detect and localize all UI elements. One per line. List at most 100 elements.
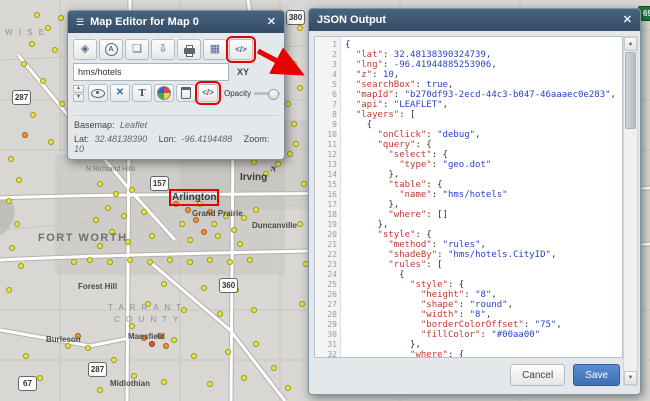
- map-dot[interactable]: [271, 365, 277, 371]
- map-dot[interactable]: [185, 207, 191, 213]
- json-editor[interactable]: 1234567891011121314151617181920212223242…: [314, 36, 623, 358]
- visibility-button[interactable]: [88, 84, 108, 102]
- map-dot[interactable]: [191, 353, 197, 359]
- map-dot[interactable]: [297, 221, 303, 227]
- json-output-titlebar[interactable]: JSON Output ✕: [309, 9, 640, 31]
- map-dot[interactable]: [167, 257, 173, 263]
- map-dot[interactable]: [161, 281, 167, 287]
- map-dot[interactable]: [297, 85, 303, 91]
- map-dot[interactable]: [207, 381, 213, 387]
- map-dot[interactable]: [105, 205, 111, 211]
- map-dot[interactable]: [207, 257, 213, 263]
- map-dot[interactable]: [253, 207, 259, 213]
- print-button[interactable]: [177, 39, 201, 60]
- map-dot[interactable]: [18, 263, 24, 269]
- copy-button[interactable]: ❏: [125, 39, 149, 60]
- map-dot[interactable]: [231, 227, 237, 233]
- map-dot[interactable]: [299, 301, 305, 307]
- close-icon[interactable]: ✕: [623, 15, 632, 26]
- map-dot[interactable]: [285, 101, 291, 107]
- palette-button[interactable]: [154, 84, 174, 102]
- map-dot[interactable]: [237, 241, 243, 247]
- label-button[interactable]: A: [99, 39, 123, 60]
- map-dot[interactable]: [16, 177, 22, 183]
- map-dot[interactable]: [71, 259, 77, 265]
- map-editor-titlebar[interactable]: ☰ Map Editor for Map 0 ✕: [68, 11, 284, 33]
- map-dot[interactable]: [127, 257, 133, 263]
- map-dot[interactable]: [6, 287, 12, 293]
- opacity-knob[interactable]: [268, 89, 279, 100]
- move-down-button[interactable]: ▼: [73, 94, 84, 102]
- code-button[interactable]: </>: [229, 39, 253, 60]
- map-dot[interactable]: [293, 141, 299, 147]
- map-dot[interactable]: [227, 259, 233, 265]
- scrollbar-thumb[interactable]: [625, 52, 636, 129]
- map-dot[interactable]: [30, 112, 36, 118]
- map-dot[interactable]: [225, 349, 231, 355]
- map-dot[interactable]: [149, 341, 155, 347]
- scroll-down-button[interactable]: ▼: [624, 371, 637, 385]
- map-dot[interactable]: [40, 78, 46, 84]
- map-dot[interactable]: [111, 357, 117, 363]
- map-dot[interactable]: [93, 217, 99, 223]
- map-dot[interactable]: [217, 311, 223, 317]
- map-dot[interactable]: [147, 259, 153, 265]
- layers-button[interactable]: ◈: [73, 39, 97, 60]
- map-dot[interactable]: [121, 213, 127, 219]
- map-dot[interactable]: [37, 375, 43, 381]
- map-dot[interactable]: [14, 221, 20, 227]
- map-canvas[interactable]: W I S EN Richland HillsIrvingArlingtonGr…: [0, 0, 650, 401]
- map-dot[interactable]: [187, 237, 193, 243]
- map-dot[interactable]: [6, 198, 12, 204]
- layer-code-button[interactable]: </>: [198, 84, 218, 102]
- scroll-up-button[interactable]: ▲: [624, 37, 637, 51]
- map-dot[interactable]: [201, 229, 207, 235]
- map-dot[interactable]: [141, 209, 147, 215]
- delete-button[interactable]: [176, 84, 196, 102]
- map-dot[interactable]: [149, 233, 155, 239]
- map-dot[interactable]: [161, 379, 167, 385]
- xy-button[interactable]: XY: [237, 67, 249, 77]
- map-dot[interactable]: [107, 259, 113, 265]
- download-button[interactable]: ⇩: [151, 39, 175, 60]
- map-dot[interactable]: [23, 353, 29, 359]
- map-dot[interactable]: [291, 121, 297, 127]
- map-dot[interactable]: [211, 221, 217, 227]
- map-dot[interactable]: [163, 343, 169, 349]
- map-dot[interactable]: [29, 41, 35, 47]
- map-dot[interactable]: [241, 375, 247, 381]
- move-up-button[interactable]: ▲: [73, 85, 84, 93]
- map-dot[interactable]: [113, 191, 119, 197]
- opacity-slider[interactable]: [254, 92, 280, 95]
- map-dot[interactable]: [251, 307, 257, 313]
- table-button[interactable]: ▦: [203, 39, 227, 60]
- map-dot[interactable]: [97, 181, 103, 187]
- map-dot[interactable]: [34, 12, 40, 18]
- map-dot[interactable]: [21, 61, 27, 67]
- map-dot[interactable]: [297, 25, 303, 31]
- map-dot[interactable]: [215, 233, 221, 239]
- map-dot[interactable]: [129, 187, 135, 193]
- map-dot[interactable]: [179, 221, 185, 227]
- map-dot[interactable]: [22, 132, 28, 138]
- map-dot[interactable]: [52, 47, 58, 53]
- scrollbar-track[interactable]: ▲ ▼: [623, 36, 638, 386]
- save-button[interactable]: Save: [573, 364, 620, 386]
- remove-button[interactable]: ✕: [110, 84, 130, 102]
- close-icon[interactable]: ✕: [267, 17, 276, 28]
- map-dot[interactable]: [58, 15, 64, 21]
- map-dot[interactable]: [8, 156, 14, 162]
- map-dot[interactable]: [285, 385, 291, 391]
- map-dot[interactable]: [201, 285, 207, 291]
- layer-search-input[interactable]: [73, 63, 229, 81]
- map-dot[interactable]: [59, 101, 65, 107]
- cancel-button[interactable]: Cancel: [510, 364, 565, 386]
- text-style-button[interactable]: T: [132, 84, 152, 102]
- map-dot[interactable]: [87, 257, 93, 263]
- map-dot[interactable]: [253, 341, 259, 347]
- map-dot[interactable]: [301, 181, 307, 187]
- map-dot[interactable]: [97, 387, 103, 393]
- map-dot[interactable]: [291, 61, 297, 67]
- map-dot[interactable]: [48, 139, 54, 145]
- map-dot[interactable]: [247, 257, 253, 263]
